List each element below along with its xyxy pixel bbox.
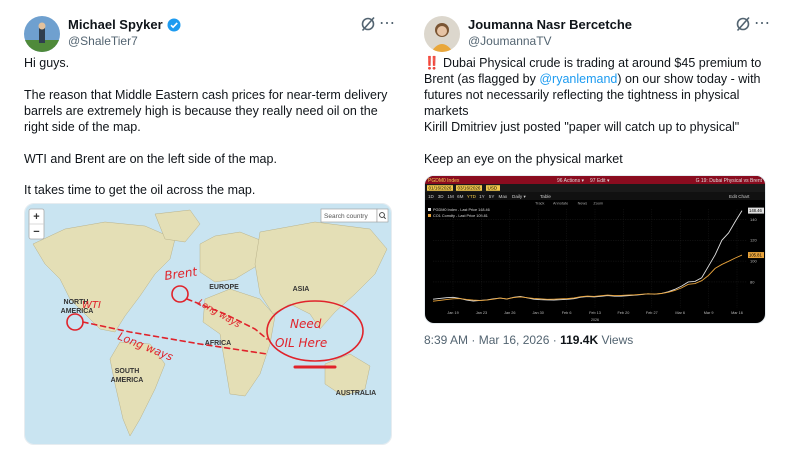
legend-item-co1: CO1 Comdty - Last Price 105.81 <box>433 214 488 218</box>
y-tick-label: 100 <box>750 259 757 264</box>
period-button[interactable]: 6M <box>457 194 464 199</box>
timestamp-link[interactable]: 8:39 AM · Mar 16, 2026 · <box>424 333 560 347</box>
author-handle[interactable]: @JoumannaTV <box>468 34 552 48</box>
continent-label-asia: ASIA <box>293 286 310 293</box>
zoom-in-button[interactable]: + <box>33 211 39 223</box>
more-options-icon[interactable]: ⋯ <box>754 15 771 33</box>
mention-link[interactable]: @ryanlemand <box>539 72 617 86</box>
chart-window-title: G 19: Dubai Physical vs Brent <box>696 178 763 184</box>
chart-image[interactable]: PGDM0 Index 96 Actions ▾ 97 Edit ▾ G 19:… <box>424 175 766 324</box>
double-exclamation-icon: ‼️ <box>424 56 440 70</box>
x-tick-label: Feb 27 <box>646 311 658 315</box>
x-tick-label: Jan 23 <box>476 311 487 315</box>
ticker-label: PGDM0 Index <box>428 178 460 184</box>
table-button[interactable]: Table <box>540 194 551 199</box>
period-button[interactable]: 3D <box>438 194 445 199</box>
tweet-text: It takes time to get the oil across the … <box>24 183 256 197</box>
tweet-text: Kirill Dmitriev just posted "paper will … <box>424 120 740 134</box>
period-button[interactable]: 5Y <box>489 194 495 199</box>
period-button[interactable]: 1Y <box>479 194 485 199</box>
tweet-text: ‼️ Dubai Physical crude is trading at ar… <box>424 56 762 118</box>
x-tick-label: Feb 13 <box>589 311 601 315</box>
last-price-label: 105.81 <box>749 253 762 258</box>
zoom-out-button[interactable]: − <box>33 226 39 238</box>
tweet-michael-spyker: Michael Spyker @ShaleTier7 ⋯ Hi guys. Th… <box>0 0 400 456</box>
x-tick-label: Mar 6 <box>675 311 685 315</box>
continent-label-south-america: AMERICA <box>111 377 144 384</box>
date-to-field[interactable]: 03/16/2026 <box>458 186 481 191</box>
author-name: Joumanna Nasr Bercetche <box>468 17 633 32</box>
zoom-controls[interactable]: + − <box>28 208 45 240</box>
x-tick-label: Jan 19 <box>447 311 458 315</box>
annotation-oil-here: OIL Here <box>275 336 327 350</box>
chart-tool-button[interactable]: Track <box>535 202 544 206</box>
last-price-label: 148.46 <box>749 208 762 213</box>
series-line <box>432 254 743 302</box>
period-button[interactable]: 1D <box>428 194 435 199</box>
views-count: 119.4K <box>560 333 599 347</box>
period-button[interactable]: 1M <box>447 194 454 199</box>
author-handle[interactable]: @ShaleTier7 <box>68 34 138 48</box>
avatar[interactable] <box>424 16 460 52</box>
continent-label-australia: AUSTRALIA <box>336 390 376 397</box>
tweet-meta: 8:39 AM · Mar 16, 2026 · 119.4K Views <box>424 333 633 347</box>
series-line <box>432 210 743 302</box>
frequency-select[interactable]: Daily ▾ <box>512 194 526 199</box>
annotation-need: Need <box>290 317 322 331</box>
tweet-text: The reason that Middle Eastern cash pric… <box>24 88 388 134</box>
date-from-field[interactable]: 01/16/2026 <box>429 186 452 191</box>
continent-label-europe: EUROPE <box>209 284 239 291</box>
x-tick-label: Mar 16 <box>731 311 743 315</box>
y-tick-label: 80 <box>750 279 755 284</box>
y-tick-label: 120 <box>750 238 757 243</box>
x-tick-label: Feb 20 <box>617 311 629 315</box>
x-tick-label: Jan 26 <box>504 311 515 315</box>
more-options-icon[interactable]: ⋯ <box>379 15 396 33</box>
period-button[interactable]: YTD <box>467 194 477 199</box>
author-name: Michael Spyker <box>68 17 163 32</box>
x-axis-year-label: 2026 <box>591 318 599 322</box>
grok-icon[interactable] <box>359 15 377 33</box>
tweet-text: Hi guys. <box>24 56 70 70</box>
continent-label-south-america: SOUTH <box>115 368 140 375</box>
y-tick-label: 140 <box>750 217 757 222</box>
verified-badge-icon <box>167 18 181 31</box>
map-search-icon[interactable] <box>376 208 389 223</box>
grok-icon[interactable] <box>734 15 752 33</box>
map-search-placeholder: Search country <box>324 213 368 220</box>
chart-tool-button[interactable]: Annotate <box>553 202 568 206</box>
edit-menu[interactable]: 97 Edit ▾ <box>590 178 610 184</box>
tweet-text: Keep an eye on the physical market <box>424 152 623 166</box>
map-image[interactable]: EUROPE ASIA NORTH AMERICA AFRICA SOUTH A… <box>24 203 392 445</box>
chart-tool-button[interactable]: Zoom <box>593 202 603 206</box>
author-name-link[interactable]: Michael Spyker <box>68 17 181 32</box>
x-tick-label: Jan 30 <box>532 311 543 315</box>
annotation-wti: WTI <box>82 300 101 311</box>
actions-menu[interactable]: 96 Actions ▾ <box>557 178 584 184</box>
bloomberg-chart: PGDM0 Index 96 Actions ▾ 97 Edit ▾ G 19:… <box>425 176 765 322</box>
currency-field[interactable]: USD <box>488 186 498 191</box>
chart-tool-button[interactable]: News <box>578 202 588 206</box>
views-label: Views <box>598 333 634 347</box>
edit-chart-button[interactable]: Edit Chart <box>729 194 750 199</box>
period-button[interactable]: Max <box>499 194 508 199</box>
avatar[interactable] <box>24 16 60 52</box>
tweet-text: WTI and Brent are on the left side of th… <box>24 152 277 166</box>
x-tick-label: Mar 9 <box>704 311 714 315</box>
x-tick-label: Feb 6 <box>562 311 572 315</box>
tweet-joumanna-nasr-bercetche: Joumanna Nasr Bercetche @JoumannaTV ⋯ ‼️… <box>400 0 800 456</box>
author-name-link[interactable]: Joumanna Nasr Bercetche <box>468 17 632 32</box>
